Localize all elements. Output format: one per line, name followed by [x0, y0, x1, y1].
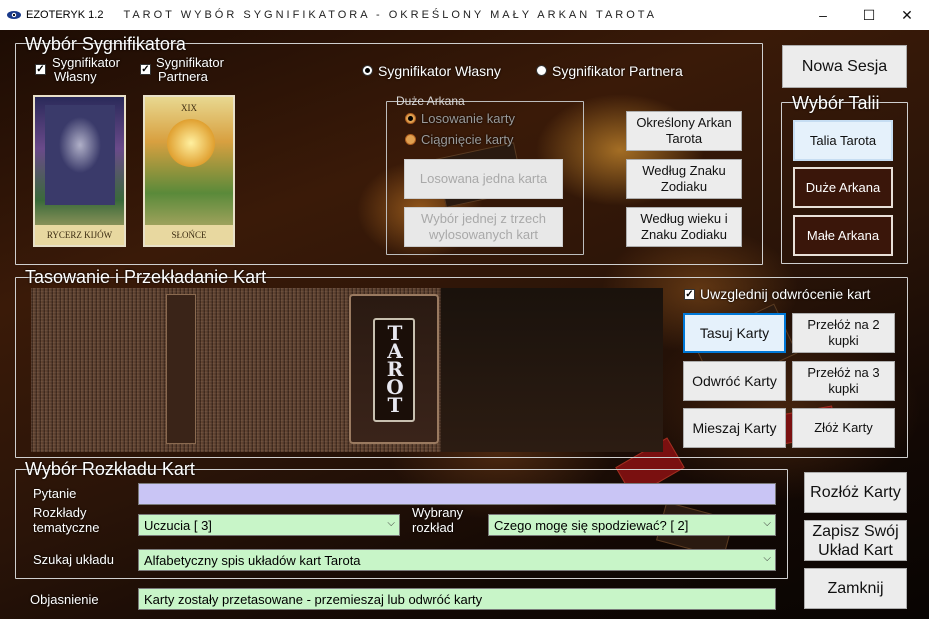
eye-icon	[6, 10, 24, 20]
minor-arcana-button[interactable]: Małe Arkana	[793, 215, 893, 256]
radio-draw-card[interactable]	[405, 134, 416, 145]
partner-card-caption: SŁOŃCE	[145, 225, 233, 245]
card-deck-display[interactable]: TAROT	[31, 288, 663, 452]
deck-word: TAROT	[386, 321, 404, 417]
window-title: TAROT WYBÓR SYGNIFIKATORA - OKREŚLONY MA…	[123, 9, 658, 21]
thematic-label-2: tematyczne	[33, 520, 100, 535]
reversal-checkbox-label: Uwzglednij odwrócenie kart	[700, 286, 871, 302]
question-label: Pytanie	[33, 486, 77, 501]
radio-partner-significator[interactable]	[536, 65, 547, 76]
by-zodiac-button[interactable]: Według Znaku Zodiaku	[626, 159, 742, 199]
question-input[interactable]	[138, 483, 776, 505]
chosen-layout-label-1: Wybrany	[412, 505, 464, 520]
radio-random-card-label: Losowanie karty	[421, 111, 515, 126]
chevron-down-icon: ⌵	[763, 553, 771, 564]
shuffle-group-title: Tasowanie i Przekładanie Kart	[25, 267, 267, 287]
mix-cards-button[interactable]: Mieszaj Karty	[683, 408, 786, 448]
thematic-label-1: Rozkłady	[33, 505, 87, 520]
top-card-back: TAROT	[349, 294, 439, 444]
cut-two-button[interactable]: Przełóż na 2 kupki	[792, 313, 895, 353]
choose-one-of-three-button[interactable]: Wybór jednej z trzech wylosowanych kart	[404, 207, 563, 247]
close-app-button[interactable]: Zamknij	[804, 568, 907, 609]
search-layout-label: Szukaj układu	[33, 552, 114, 567]
lay-out-cards-button[interactable]: Rozłóż Karty	[804, 472, 907, 513]
partner-significator-checkbox[interactable]: ✓	[140, 64, 151, 75]
own-card-caption: RYCERZ KIJÓW	[35, 225, 124, 245]
search-layout-select[interactable]: Alfabetyczny spis układów kart Tarota ⌵	[138, 549, 776, 571]
deck-choice-group-title: Wybór Talii	[792, 93, 880, 113]
cut-three-button[interactable]: Przełóż na 3 kupki	[792, 361, 895, 401]
title-bar: EZOTERYK 1.2 TAROT WYBÓR SYGNIFIKATORA -…	[0, 0, 929, 30]
radio-random-card[interactable]	[405, 113, 416, 124]
assemble-cards-button[interactable]: Złóż Karty	[792, 408, 895, 448]
shuffle-button[interactable]: Tasuj Karty	[683, 313, 786, 353]
close-window-button[interactable]: ✕	[884, 0, 929, 30]
major-arcana-subgroup-title: Duże Arkana	[396, 94, 465, 108]
significator-group-title: Wybór Sygnifikatora	[25, 34, 186, 54]
app-name: EZOTERYK 1.2	[26, 9, 104, 21]
explanation-label: Objasnienie	[30, 592, 99, 607]
chevron-down-icon: ⌵	[387, 518, 395, 529]
major-arcana-button[interactable]: Duże Arkana	[793, 167, 893, 208]
thematic-layouts-value: Uczucia [ 3]	[144, 517, 212, 533]
layout-group-title: Wybór Rozkładu Kart	[25, 459, 195, 479]
search-layout-value: Alfabetyczny spis układów kart Tarota	[144, 552, 361, 568]
radio-own-significator[interactable]	[362, 65, 373, 76]
radio-own-significator-label: Sygnifikator Własny	[378, 63, 501, 79]
chosen-layout-value: Czego mogę się spodziewać? [ 2]	[494, 517, 689, 533]
partner-significator-label-1: Sygnifikator	[156, 55, 224, 70]
partner-card-number: XIX	[181, 103, 197, 113]
own-significator-label-2: Własny	[54, 69, 97, 84]
chosen-layout-select[interactable]: Czego mogę się spodziewać? [ 2] ⌵	[488, 514, 776, 536]
partner-significator-card[interactable]: XIX SŁOŃCE	[143, 95, 235, 247]
random-one-card-button[interactable]: Losowana jedna karta	[404, 159, 563, 199]
full-deck-button[interactable]: Talia Tarota	[793, 120, 893, 161]
chevron-down-icon: ⌵	[763, 518, 771, 529]
new-session-button[interactable]: Nowa Sesja	[782, 45, 907, 88]
own-significator-checkbox[interactable]: ✓	[35, 64, 46, 75]
radio-draw-card-label: Ciągnięcie karty	[421, 132, 514, 147]
specific-arcana-button[interactable]: Określony Arkan Tarota	[626, 111, 742, 151]
chosen-layout-label-2: rozkład	[412, 520, 454, 535]
reverse-cards-button[interactable]: Odwróć Karty	[683, 361, 786, 401]
by-age-zodiac-button[interactable]: Według wieku i Znaku Zodiaku	[626, 207, 742, 247]
thematic-layouts-select[interactable]: Uczucia [ 3] ⌵	[138, 514, 400, 536]
reversal-checkbox[interactable]: ✓	[684, 289, 695, 300]
own-significator-card[interactable]: RYCERZ KIJÓW	[33, 95, 126, 247]
own-significator-label-1: Sygnifikator	[52, 55, 120, 70]
minimize-button[interactable]: –	[800, 0, 846, 30]
save-layout-button[interactable]: Zapisz Swój Układ Kart	[804, 520, 907, 561]
partner-significator-label-2: Partnera	[158, 69, 208, 84]
radio-partner-significator-label: Sygnifikator Partnera	[552, 63, 683, 79]
explanation-field: Karty zostały przetasowane - przemieszaj…	[138, 588, 776, 610]
